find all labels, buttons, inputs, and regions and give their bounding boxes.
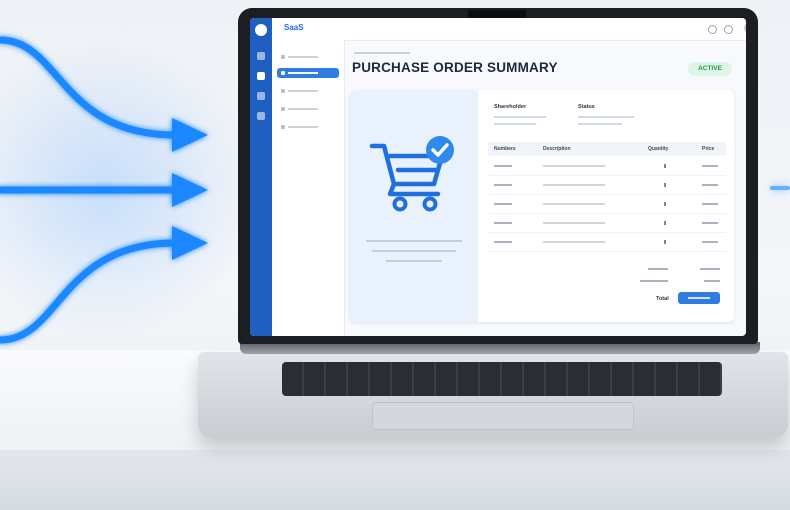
sidebar-item[interactable] (277, 104, 339, 114)
panel-text-line (372, 250, 456, 252)
bell-icon[interactable] (724, 25, 733, 34)
column-header: Description (543, 146, 571, 152)
sidebar-item[interactable] (277, 122, 339, 132)
table-row[interactable] (488, 233, 726, 252)
page-title: PURCHASE ORDER SUMMARY (352, 60, 558, 75)
table-row[interactable] (488, 214, 726, 233)
arrow-icon (172, 226, 208, 260)
breadcrumb[interactable] (354, 52, 410, 54)
flow-arrows (0, 36, 208, 344)
search-icon[interactable] (708, 25, 717, 34)
logo-icon (255, 24, 267, 36)
table-row[interactable] (488, 176, 726, 195)
arrow-bottom (0, 239, 179, 344)
info-heading: Status (578, 104, 595, 110)
table-row[interactable] (488, 195, 726, 214)
sidebar-item[interactable] (277, 52, 339, 62)
arrow-icon (172, 173, 208, 207)
trackpad (372, 402, 634, 430)
order-card: Shareholder Status Numbers Description Q… (350, 90, 734, 322)
shipping-label (640, 280, 668, 282)
cart-icon (369, 136, 454, 212)
column-header: Numbers (494, 146, 516, 152)
arrow-icon (172, 118, 208, 152)
panel-text-line (386, 260, 442, 262)
info-line (494, 123, 536, 125)
illustration-panel (350, 90, 478, 322)
table-row[interactable] (488, 157, 726, 176)
orders-icon[interactable] (257, 72, 265, 80)
home-icon[interactable] (257, 52, 265, 60)
column-header: Quantity (648, 146, 669, 152)
column-header: Price (702, 146, 715, 152)
avatar[interactable] (744, 22, 746, 34)
info-line (578, 116, 634, 118)
info-heading: Shareholder (494, 104, 527, 110)
reports-icon[interactable] (257, 92, 265, 100)
total-button[interactable] (678, 292, 720, 304)
sidebar-item[interactable] (277, 86, 339, 96)
check-icon (426, 136, 454, 164)
top-bar: SaaS (272, 18, 746, 41)
brand-name: SaaS (284, 23, 304, 32)
subtotal-label (648, 268, 668, 270)
arrow-top (0, 36, 179, 139)
laptop-screen: SaaS PURCHASE ORDER SUMMARY ACTIVE Share… (250, 18, 746, 336)
shipping-value (704, 280, 720, 282)
info-line (494, 116, 546, 118)
arrow-stub-right (770, 186, 790, 190)
settings-icon[interactable] (257, 112, 265, 120)
sidebar (272, 40, 345, 336)
table-header: Numbers Description Quantity Price (488, 142, 726, 156)
icon-rail (250, 18, 272, 336)
subtotal-value (700, 268, 720, 270)
total-label: Total (656, 296, 669, 302)
status-badge: ACTIVE (688, 62, 732, 76)
panel-text-line (366, 240, 462, 242)
info-line (578, 123, 622, 125)
keyboard (282, 362, 722, 396)
sidebar-item-active[interactable] (277, 68, 339, 78)
